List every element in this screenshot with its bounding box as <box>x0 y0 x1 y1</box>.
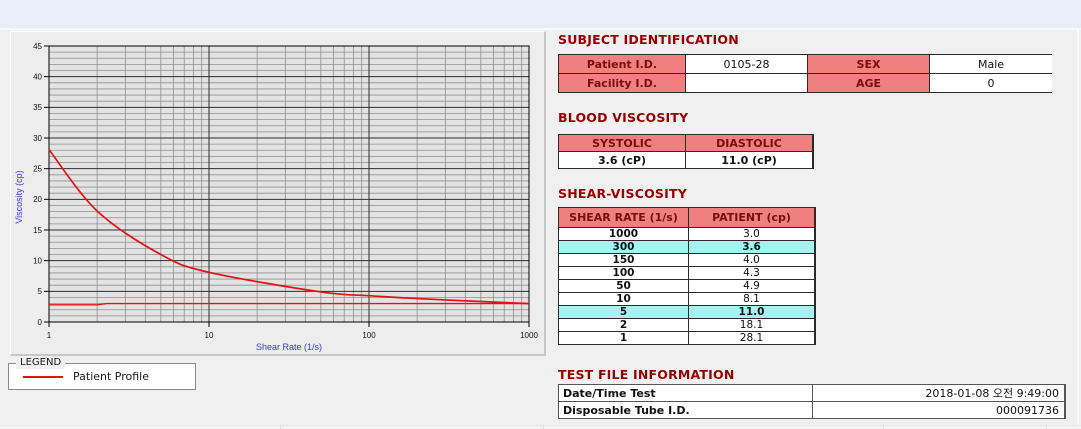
svg-text:1: 1 <box>47 331 52 340</box>
age-label: AGE <box>808 74 929 92</box>
blood-viscosity-table: SYSTOLIC DIASTOLIC 3.6 (cP) 11.0 (cP) <box>558 134 814 169</box>
svg-text:Shear Rate (1/s): Shear Rate (1/s) <box>256 342 322 352</box>
shear-rate-cell: 5 <box>559 306 688 318</box>
subject-identification-table: Patient I.D. 0105-28 SEX Male Facility I… <box>558 54 1052 93</box>
patient-viscosity-cell: 11.0 <box>689 306 814 318</box>
svg-text:0: 0 <box>38 318 43 327</box>
legend-group-box: LEGEND Patient Profile <box>8 357 196 390</box>
patient-cp-column-header: PATIENT (cp) <box>689 208 814 227</box>
blood-viscosity-title: BLOOD VISCOSITY <box>558 110 689 125</box>
facility-id-value <box>686 74 807 92</box>
window-right-edge <box>1077 30 1079 426</box>
disposable-tube-id-value: 000091736 <box>813 402 1064 418</box>
sex-label: SEX <box>808 55 929 73</box>
patient-id-value: 0105-28 <box>686 55 807 73</box>
svg-text:5: 5 <box>38 287 43 296</box>
svg-text:20: 20 <box>33 195 42 204</box>
patient-id-label: Patient I.D. <box>559 55 685 73</box>
patient-viscosity-cell: 4.3 <box>689 267 814 279</box>
date-time-test-label: Date/Time Test <box>559 385 812 401</box>
svg-text:40: 40 <box>33 72 42 81</box>
svg-text:45: 45 <box>33 42 42 51</box>
shear-rate-cell: 50 <box>559 280 688 292</box>
test-file-information-table: Date/Time Test 2018-01-08 오전 9:49:00 Dis… <box>558 384 1066 419</box>
shear-viscosity-title: SHEAR-VISCOSITY <box>558 186 687 201</box>
diastolic-value: 11.0 (cP) <box>686 152 812 168</box>
disposable-tube-id-label: Disposable Tube I.D. <box>559 402 812 418</box>
age-value: 0 <box>930 74 1052 92</box>
systolic-header: SYSTOLIC <box>559 135 685 151</box>
patient-viscosity-cell: 3.6 <box>689 241 814 253</box>
shear-rate-cell: 10 <box>559 293 688 305</box>
svg-text:10: 10 <box>205 331 214 340</box>
shear-rate-cell: 1000 <box>559 228 688 240</box>
window-title-bar <box>0 0 1081 30</box>
shear-rate-cell: 1 <box>559 332 688 344</box>
svg-text:15: 15 <box>33 226 42 235</box>
svg-text:30: 30 <box>33 134 42 143</box>
facility-id-label: Facility I.D. <box>559 74 685 92</box>
legend-group-label: LEGEND <box>16 357 66 369</box>
svg-text:10: 10 <box>33 256 42 265</box>
sex-value: Male <box>930 55 1052 73</box>
patient-viscosity-cell: 4.0 <box>689 254 814 266</box>
svg-text:100: 100 <box>362 331 376 340</box>
diastolic-header: DIASTOLIC <box>686 135 812 151</box>
legend-entry-label: Patient Profile <box>73 370 150 383</box>
systolic-value: 3.6 (cP) <box>559 152 685 168</box>
viscosity-chart-panel: 0 5 10 15 20 25 30 35 40 45 1 10 100 1000 Viscosity (c… <box>10 31 546 356</box>
svg-text:35: 35 <box>33 103 42 112</box>
patient-viscosity-cell: 28.1 <box>689 332 814 344</box>
shear-viscosity-table: SHEAR RATE (1/s) PATIENT (cp) 1000 3.0 300… <box>558 207 816 345</box>
svg-text:Viscosity (cp): Viscosity (cp) <box>14 170 24 223</box>
patient-viscosity-cell: 4.9 <box>689 280 814 292</box>
shear-rate-column-header: SHEAR RATE (1/s) <box>559 208 688 227</box>
shear-rate-cell: 100 <box>559 267 688 279</box>
chart-svg: 0 5 10 15 20 25 30 35 40 45 1 10 100 1000 Viscosity (c… <box>14 42 538 352</box>
svg-text:1000: 1000 <box>520 331 538 340</box>
shear-rate-cell: 150 <box>559 254 688 266</box>
svg-text:25: 25 <box>33 164 42 173</box>
viscosity-vs-shear-rate-chart: 0 5 10 15 20 25 30 35 40 45 1 10 100 1000 Viscosity (c… <box>11 32 544 354</box>
date-time-test-value: 2018-01-08 오전 9:49:00 <box>813 385 1064 401</box>
patient-viscosity-cell: 18.1 <box>689 319 814 331</box>
shear-rate-cell: 2 <box>559 319 688 331</box>
test-file-information-title: TEST FILE INFORMATION <box>558 367 735 382</box>
legend-line-sample <box>23 376 63 378</box>
patient-viscosity-cell: 3.0 <box>689 228 814 240</box>
patient-viscosity-cell: 8.1 <box>689 293 814 305</box>
bottom-cutoff-buttons-strip <box>0 425 1081 429</box>
subject-identification-title: SUBJECT IDENTIFICATION <box>558 32 739 47</box>
shear-rate-cell: 300 <box>559 241 688 253</box>
